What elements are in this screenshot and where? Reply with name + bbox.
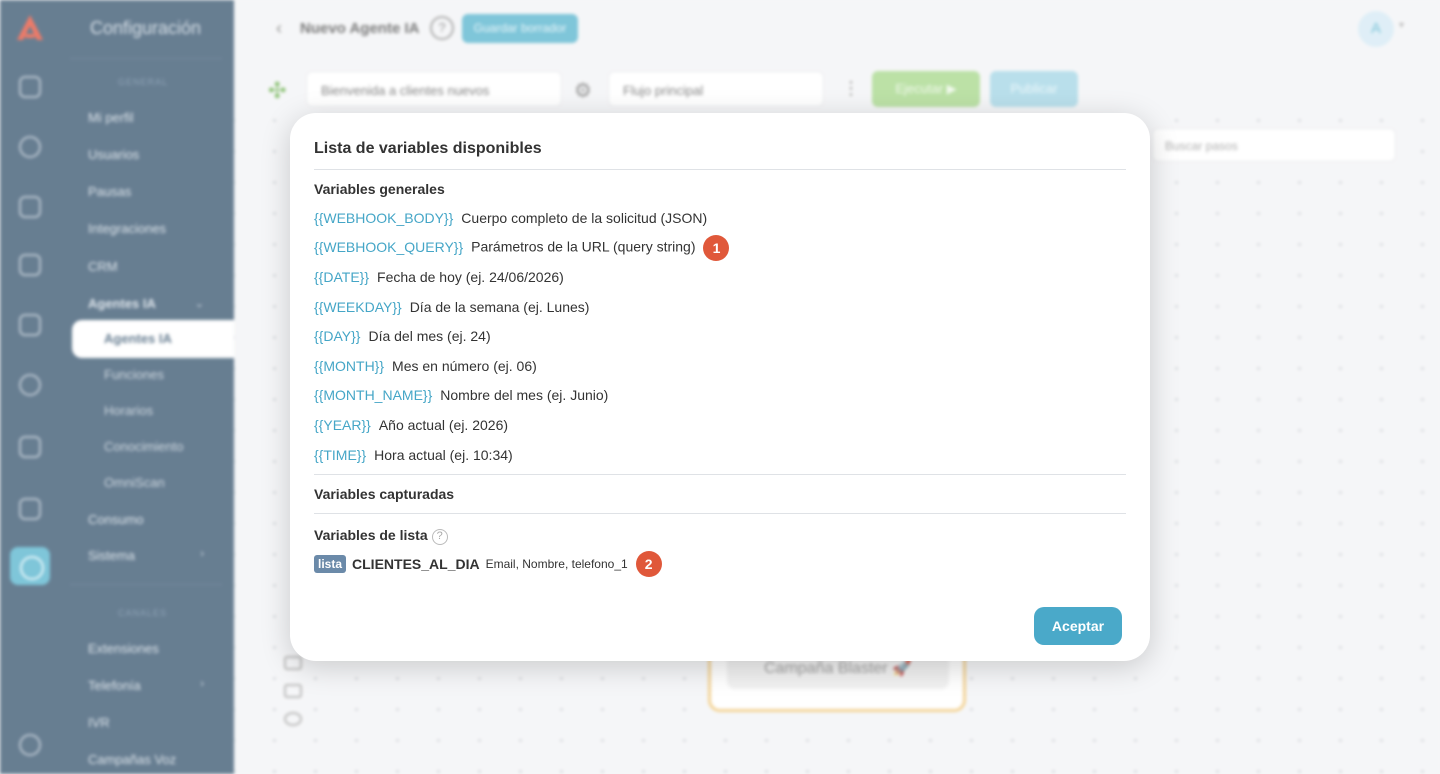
variable-row: {{YEAR}} Año actual (ej. 2026) — [314, 417, 508, 433]
variable-description: Parámetros de la URL (query string) — [471, 238, 696, 255]
divider — [314, 474, 1126, 475]
variable-token[interactable]: {{WEBHOOK_QUERY}} — [314, 239, 463, 255]
list-variable-row: lista CLIENTES_AL_DIA Email, Nombre, telef… — [314, 551, 662, 577]
help-icon[interactable]: ? — [431, 529, 448, 545]
variable-token[interactable]: {{TIME}} — [314, 447, 366, 463]
divider — [314, 169, 1126, 170]
variable-description: Mes en número (ej. 06) — [392, 358, 537, 374]
list-name[interactable]: CLIENTES_AL_DIA — [352, 556, 480, 572]
section-general-variables: Variables generales — [314, 181, 445, 197]
variable-token[interactable]: {{WEBHOOK_BODY}} — [314, 210, 453, 226]
variable-token[interactable]: {{YEAR}} — [314, 417, 371, 433]
variable-row: {{DAY}} Día del mes (ej. 24) — [314, 328, 491, 344]
variable-token[interactable]: {{DATE}} — [314, 269, 369, 285]
variable-row: {{MONTH_NAME}} Nombre del mes (ej. Junio) — [314, 387, 608, 403]
section-list-label: Variables de lista — [314, 527, 428, 543]
variable-token[interactable]: {{MONTH}} — [314, 358, 384, 374]
annotation-badge-1: 1 — [703, 235, 730, 261]
accept-button[interactable]: Aceptar — [1034, 607, 1122, 645]
variables-dialog: Lista de variables disponibles Variables… — [290, 113, 1150, 661]
variable-description: Día de la semana (ej. Lunes) — [409, 299, 590, 315]
variable-token[interactable]: {{WEEKDAY}} — [314, 299, 402, 315]
dialog-title: Lista de variables disponibles — [314, 140, 542, 157]
variable-token[interactable]: {{DAY}} — [314, 328, 360, 344]
variable-description: Hora actual (ej. 10:34) — [374, 447, 513, 463]
list-fields: Email, Nombre, telefono_1 — [485, 557, 628, 571]
variable-row: {{TIME}} Hora actual (ej. 10:34) — [314, 447, 513, 463]
section-list-variables: Variables de lista? — [314, 527, 448, 545]
variable-token[interactable]: {{MONTH_NAME}} — [314, 387, 432, 403]
variable-row: {{WEBHOOK_BODY}} Cuerpo completo de la so… — [314, 210, 707, 226]
variable-description: Fecha de hoy (ej. 24/06/2026) — [377, 269, 564, 285]
variable-description: Nombre del mes (ej. Junio) — [440, 387, 609, 403]
variable-row: {{WEEKDAY}} Día de la semana (ej. Lunes) — [314, 299, 589, 315]
variable-description: Cuerpo completo de la solicitud (JSON) — [461, 210, 708, 226]
variable-description: Año actual (ej. 2026) — [378, 417, 509, 433]
annotation-badge-2: 2 — [635, 551, 662, 577]
variable-row: {{MONTH}} Mes en número (ej. 06) — [314, 358, 537, 374]
variable-row: {{WEBHOOK_QUERY}} Parámetros de la URL (q… — [314, 235, 730, 261]
section-captured-variables: Variables capturadas — [314, 486, 455, 502]
divider — [314, 513, 1126, 514]
variable-description: Día del mes (ej. 24) — [368, 328, 491, 344]
variable-row: {{DATE}} Fecha de hoy (ej. 24/06/2026) — [314, 269, 564, 285]
list-tag: lista — [314, 555, 347, 573]
